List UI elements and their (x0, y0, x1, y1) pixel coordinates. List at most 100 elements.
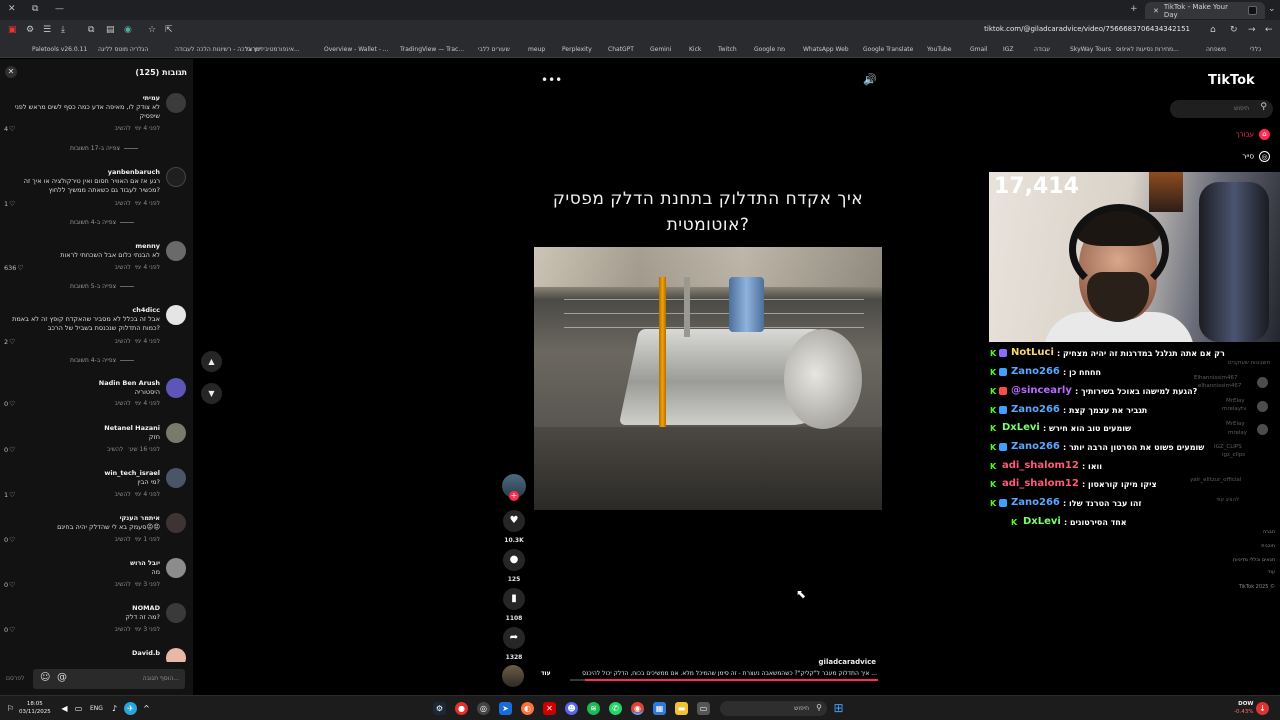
close-icon[interactable]: ✕ (5, 66, 17, 78)
nav-explore[interactable]: סייר ◎ (1200, 151, 1270, 162)
bookmark-item[interactable]: SkyWay Tours (1070, 46, 1111, 53)
app-icon[interactable]: ◎ (477, 702, 490, 715)
whatsapp-icon[interactable]: ✆ (609, 702, 622, 715)
comment-username[interactable]: yanbenbaruch (108, 168, 160, 176)
tab-tiktok[interactable]: ✕ TikTok - Make Your Day (1145, 2, 1265, 19)
telegram-tray-icon[interactable]: ✈ (124, 702, 137, 715)
app-icon[interactable]: ▦ (653, 702, 666, 715)
bookmark-item[interactable]: Gemini (650, 46, 671, 53)
bookmark-item[interactable]: כללי (1250, 46, 1261, 53)
extension-icon[interactable]: ▣ (8, 25, 17, 35)
comment-username[interactable]: ch4dicc (132, 306, 160, 314)
like-comment-button[interactable]: 0♡ (4, 536, 15, 544)
comment-username[interactable]: Netanel Hazani (104, 424, 160, 432)
view-replies-button[interactable]: צפייה ב-17 תשובות (70, 145, 138, 152)
stock-widget[interactable]: DOW -0.43% (1234, 700, 1253, 716)
like-comment-button[interactable]: 2♡ (4, 338, 15, 346)
bookmark-item[interactable]: ChatGPT (608, 46, 634, 53)
volume-icon[interactable]: 🔊 (863, 73, 877, 86)
open-in-app-icon[interactable]: ⇱ (165, 25, 173, 35)
avatar[interactable] (166, 167, 186, 187)
restore-window-icon[interactable]: ⧉ (32, 4, 38, 14)
like-comment-button[interactable]: 0♡ (4, 626, 15, 634)
microphone-icon[interactable]: ♪ (108, 702, 121, 715)
notification-icon[interactable]: ⚐ (4, 702, 17, 715)
avatar[interactable] (166, 603, 186, 623)
nav-for-you[interactable]: עבורך ⌂ (1200, 129, 1270, 140)
avatar[interactable] (166, 423, 186, 443)
bookmark-item[interactable]: YouTube (927, 46, 951, 53)
tab-close-icon[interactable]: ✕ (1153, 7, 1159, 15)
reload-icon[interactable]: ↻ (1230, 25, 1238, 35)
footer-link[interactable]: עוד (1205, 569, 1275, 575)
like-comment-button[interactable]: 1♡ (4, 200, 15, 208)
more-description-link[interactable]: עוד (541, 670, 551, 677)
view-replies-button[interactable]: צפייה ב-4 תשובות (70, 357, 134, 364)
footer-link[interactable]: תנאים וכללי מדיניות (1205, 557, 1275, 563)
bookmark-item[interactable]: TradingView — Trac... (400, 46, 464, 53)
comment-username[interactable]: win_tech_israel (104, 469, 160, 477)
bookmark-item[interactable]: Twitch (718, 46, 737, 53)
reply-button[interactable]: להשיב (114, 264, 130, 271)
previous-video-button[interactable]: ▲ (201, 351, 222, 372)
music-disc-avatar[interactable] (502, 665, 524, 687)
bookmark-item[interactable]: אינפורמטיבי ישראל... (245, 46, 300, 53)
bookmark-item[interactable]: הגלריה מוטס לליגה (98, 46, 148, 53)
reply-button[interactable]: להשיב (114, 581, 130, 588)
discord-icon[interactable]: ☻ (565, 702, 578, 715)
extension-icon[interactable]: ☰ (43, 25, 51, 35)
tab-search-icon[interactable]: ⌄ (1268, 4, 1276, 14)
volume-icon[interactable]: ◀ (58, 702, 71, 715)
like-comment-button[interactable]: 0♡ (4, 446, 15, 454)
comment-username[interactable]: menny (135, 242, 160, 250)
bookmark-item[interactable]: עבודה (1034, 46, 1050, 53)
reply-button[interactable]: להשיב (114, 125, 130, 132)
app-icon[interactable]: ● (455, 702, 468, 715)
show-hidden-icons[interactable]: ^ (140, 702, 153, 715)
comment-username[interactable]: Nadin Ben Arush (99, 379, 160, 387)
steam-icon[interactable]: ⚙ (433, 702, 446, 715)
back-icon[interactable]: ← (1265, 25, 1273, 35)
bookmark-star-icon[interactable]: ☆ (148, 25, 156, 35)
reply-button[interactable]: להשיב (114, 338, 130, 345)
video-progress-bar[interactable] (570, 679, 878, 681)
comment-username[interactable]: NOMAD (132, 604, 160, 612)
download-icon[interactable]: ⤓ (61, 25, 65, 35)
comments-button[interactable]: ● (503, 549, 525, 571)
extension-icon[interactable]: ⚙ (26, 25, 34, 35)
emoji-icon[interactable]: ☺ (40, 672, 50, 683)
new-tab-icon[interactable]: + (1130, 4, 1138, 14)
bookmark-item[interactable]: WhatsApp Web (803, 46, 849, 53)
avatar[interactable] (166, 468, 186, 488)
avatar[interactable] (166, 305, 186, 325)
avatar[interactable] (166, 648, 186, 662)
avatar[interactable] (166, 558, 186, 578)
forward-icon[interactable]: → (1248, 25, 1256, 35)
more-options-icon[interactable]: ••• (541, 73, 562, 87)
reply-button[interactable]: להשיב (114, 536, 130, 543)
save-button[interactable]: ▮ (503, 588, 525, 610)
avatar[interactable] (166, 241, 186, 261)
bookmark-item[interactable]: Google מת (754, 46, 785, 53)
like-comment-button[interactable]: 0♡ (4, 400, 15, 408)
app-icon[interactable]: ➤ (499, 702, 512, 715)
avatar[interactable] (166, 513, 186, 533)
taskbar-search[interactable]: חיפוש ⚲ (720, 701, 827, 716)
post-comment-button[interactable]: לפרסם (6, 675, 24, 682)
follow-plus-icon[interactable]: + (509, 491, 519, 501)
bookmark-item[interactable]: משפחה (1206, 46, 1226, 53)
avatar[interactable] (166, 378, 186, 398)
app-icon[interactable]: ✕ (543, 702, 556, 715)
chrome-icon[interactable]: ◉ (631, 702, 644, 715)
reply-button[interactable]: להשיב (114, 491, 130, 498)
video-player[interactable] (534, 247, 882, 510)
share-button[interactable]: ➦ (503, 627, 525, 649)
spotify-icon[interactable]: ≋ (587, 702, 600, 715)
bookmark-item[interactable]: meup (528, 46, 545, 53)
address-bar[interactable]: tiktok.com/@giladcaradvice/video/7566683… (885, 25, 1190, 33)
search-input[interactable]: חיפוש ⚲ (1170, 100, 1273, 118)
comment-input[interactable]: ☺ @ הוסף תגובה... (33, 669, 185, 689)
extension-icon[interactable]: ▤ (106, 25, 115, 35)
bookmark-item[interactable]: Paletools v26.0.11 (32, 46, 87, 53)
search-icon[interactable]: ⚲ (1260, 102, 1267, 112)
